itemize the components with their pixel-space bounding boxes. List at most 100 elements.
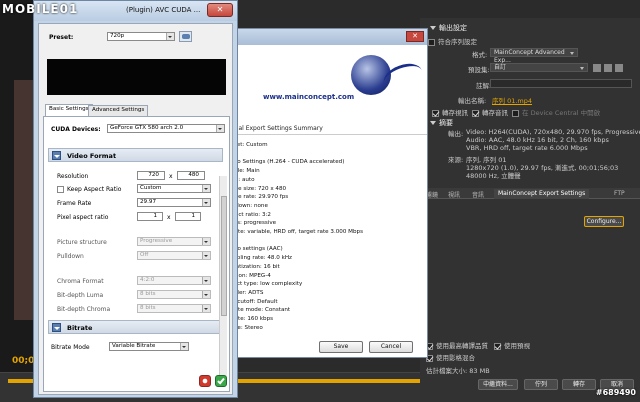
video-format-label: Video Format [67, 152, 117, 160]
scrollbar-thumb[interactable] [221, 196, 227, 316]
source-label: 來源: [448, 156, 464, 164]
summary-line: bitrate mode: Constant [225, 307, 291, 314]
resolution-height-input[interactable]: 480 [177, 171, 205, 180]
tab-audio[interactable]: 音訊 [468, 189, 488, 199]
dialog-titlebar[interactable]: ✕ [223, 29, 427, 45]
close-button[interactable]: ✕ [207, 3, 233, 17]
cuda-devices-dropdown[interactable]: GeForce GTX 580 arch 2.0 [107, 124, 225, 133]
preset-dropdown[interactable]: 自訂 [490, 63, 588, 72]
output-name-link[interactable]: 序列 01.mp4 [492, 95, 532, 105]
match-sequence-checkbox[interactable]: 符合序列設定 [428, 36, 477, 46]
export-settings-header[interactable]: 輸出設定 [430, 23, 467, 33]
max-render-quality-checkbox[interactable]: 使用最高轉譯品質 [426, 340, 488, 350]
summary-header[interactable]: 摘要 [430, 118, 453, 128]
resolution-width-input[interactable]: 720 [137, 171, 165, 180]
video-format-group-header[interactable]: Video Format [48, 148, 223, 162]
summary-line [225, 332, 421, 341]
picture-structure-label: Picture structure [57, 239, 107, 246]
device-central-checkbox[interactable]: 在 Device Central 中開啟 [512, 107, 600, 117]
summary-line: Audio settings (AAC) [225, 246, 283, 253]
preset-settings-icon [182, 34, 190, 39]
export-audio-checkbox[interactable]: 轉存音訊 [472, 107, 508, 117]
summary-line: Preset: Custom [225, 142, 268, 148]
summary-line [225, 150, 421, 159]
summary-line: frame rate: 29.970 fps [225, 194, 289, 201]
format-dropdown[interactable]: MainConcept Advanced Exp... [490, 48, 578, 64]
tab-ftp[interactable]: FTP [610, 189, 629, 199]
configure-button[interactable]: Configure... [584, 216, 624, 227]
collapse-arrow-icon[interactable] [52, 323, 61, 332]
chroma-format-label: Chroma Format [57, 278, 104, 285]
bit-depth-luma-label: Bit-depth Luma [57, 292, 104, 299]
frame-rate-dropdown[interactable]: 29.97 [137, 198, 211, 207]
save-preset-icon[interactable] [593, 64, 601, 72]
collapse-arrow-icon[interactable] [52, 151, 61, 160]
export-button[interactable]: 轉存 [562, 379, 596, 390]
reset-icon[interactable] [199, 375, 211, 387]
frame-blending-checkbox[interactable]: 使用影格混合 [426, 352, 475, 362]
checkbox-icon[interactable] [494, 342, 501, 350]
pulldown-label: Pulldown [57, 253, 84, 260]
mainconcept-summary-dialog: ✕ www.mainconcept.com Actual Export Sett… [222, 28, 428, 358]
delete-preset-icon[interactable] [615, 64, 623, 72]
pixel-aspect-label: Pixel aspect ratio [57, 214, 109, 221]
import-preset-icon[interactable] [604, 64, 612, 72]
output-summary-line: VBR, HRD off, target rate 6.000 Mbps [466, 144, 588, 152]
checkbox-icon[interactable] [432, 109, 439, 117]
watermark-text: #689490 [595, 388, 636, 397]
collapse-triangle-icon[interactable] [430, 26, 436, 30]
summary-line: bitrate: variable, HRD off, target rate … [225, 229, 364, 236]
summary-line: pulldown: none [225, 202, 268, 209]
output-summary-line: Video: H264(CUDA), 720x480, 29.970 fps, … [466, 128, 640, 136]
export-video-checkbox[interactable]: 轉存視訊 [432, 107, 468, 117]
tab-mainconcept-export-settings[interactable]: MainConcept Export Settings [494, 189, 590, 199]
pixel-aspect-separator: x [167, 214, 171, 221]
output-label: 輸出: [448, 130, 464, 138]
chroma-format-dropdown[interactable]: 4:2:0 [137, 276, 211, 285]
pixel-aspect-den-input[interactable]: 1 [175, 212, 201, 221]
preset-dropdown[interactable]: 720p [107, 32, 175, 41]
checkbox-icon[interactable] [512, 109, 519, 117]
queue-button[interactable]: 佇列 [524, 379, 558, 390]
checkbox-icon[interactable] [428, 38, 435, 46]
bitrate-mode-dropdown[interactable]: Variable Bitrate [109, 342, 189, 351]
avc-cuda-settings-dialog: (Plugin) AVC CUDA ... ✕ Preset: 720p Bas… [33, 0, 238, 398]
cancel-button[interactable]: Cancel [369, 341, 413, 353]
tab-advanced-settings[interactable]: Advanced Settings [88, 105, 149, 116]
keep-aspect-dropdown[interactable]: Custom [137, 184, 211, 193]
use-preview-checkbox[interactable]: 使用預視 [494, 340, 530, 350]
collapse-triangle-icon[interactable] [430, 121, 436, 125]
summary-line: LHF cutoff: Default [225, 298, 278, 305]
mainconcept-banner: www.mainconcept.com [223, 45, 427, 115]
timecode-readout: 00;0 [12, 356, 35, 366]
summary-line: level: auto [225, 176, 255, 183]
dialog-title: (Plugin) AVC CUDA ... [126, 6, 201, 14]
export-settings-panel: 輸出設定 符合序列設定 格式: MainConcept Advanced Exp… [420, 18, 640, 402]
picture-structure-dropdown[interactable]: Progressive [137, 237, 211, 246]
bitrate-group-header[interactable]: Bitrate [48, 320, 223, 334]
tab-video[interactable]: 視訊 [444, 189, 464, 199]
resolution-label: Resolution [57, 173, 89, 180]
preset-label: 預設集: [468, 66, 490, 74]
metadata-button[interactable]: 中繼資料... [478, 379, 518, 390]
summary-line [225, 237, 421, 246]
pulldown-dropdown[interactable]: Off [137, 251, 211, 260]
pixel-aspect-num-input[interactable]: 1 [137, 212, 163, 221]
settings-scrollbar[interactable] [219, 176, 227, 376]
summary-line: quantization: 16 bit [225, 263, 280, 270]
bit-depth-chroma-dropdown[interactable]: 8 bits [137, 304, 211, 313]
preset-settings-button[interactable] [179, 31, 192, 42]
frame-rate-label: Frame Rate [57, 200, 92, 207]
bit-depth-chroma-label: Bit-depth Chroma [57, 306, 111, 313]
ok-check-icon[interactable] [215, 375, 227, 387]
close-button[interactable]: ✕ [406, 31, 424, 42]
bit-depth-luma-dropdown[interactable]: 8 bits [137, 290, 211, 299]
website-url: www.mainconcept.com [263, 93, 355, 101]
comment-input[interactable] [490, 79, 632, 88]
resolution-separator: x [169, 173, 173, 180]
tab-basic-settings[interactable]: Basic Settings [45, 104, 93, 116]
checkbox-icon[interactable] [472, 109, 479, 117]
keep-aspect-checkbox[interactable] [57, 186, 64, 193]
save-button[interactable]: Save [319, 341, 363, 353]
summary-text-area[interactable]: Preset: Custom Video Settings (H.264 - C… [225, 141, 421, 341]
